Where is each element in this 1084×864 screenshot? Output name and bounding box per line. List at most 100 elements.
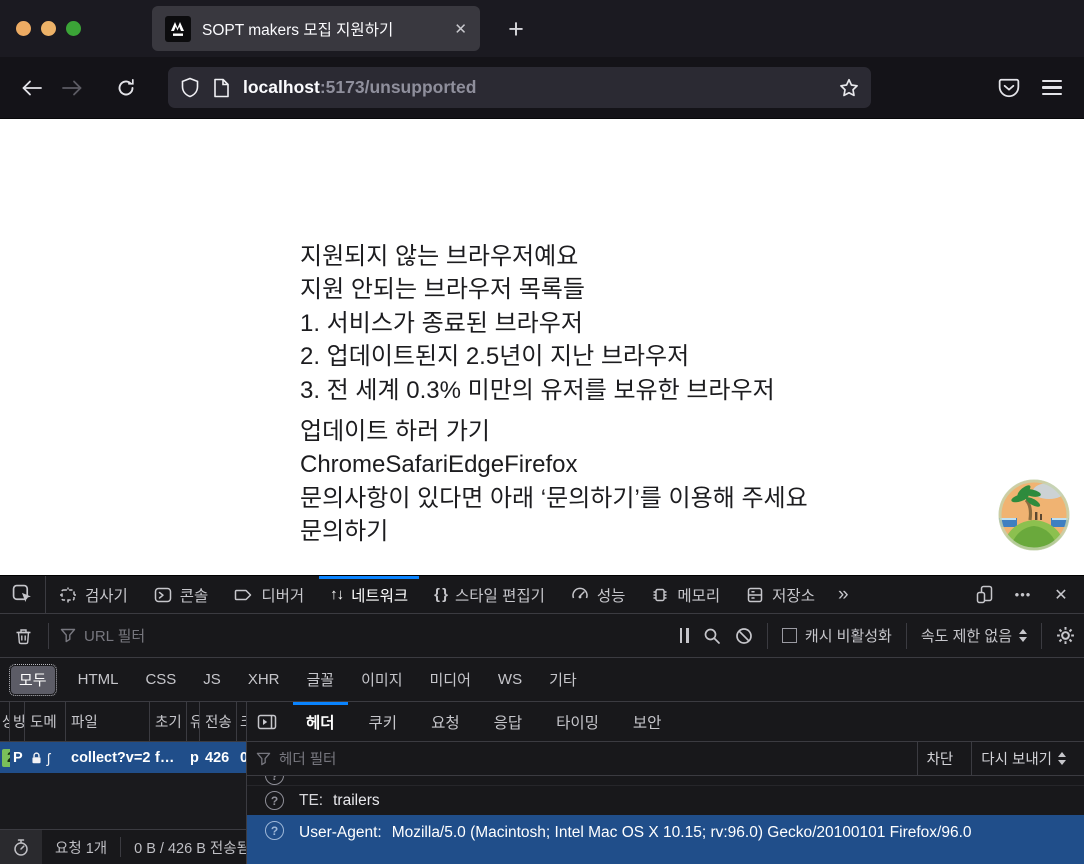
update-heading: 업데이트 하러 가기 — [300, 415, 808, 448]
request-table-header: 상 방 도메 파일 초기 유 전송 크 — [0, 702, 246, 742]
contact-link[interactable]: 문의하기 — [300, 515, 808, 548]
tab-close-icon[interactable]: ✕ — [454, 20, 467, 38]
disable-cache-checkbox[interactable]: 캐시 비활성화 — [782, 625, 892, 646]
minimize-window-button[interactable] — [41, 21, 56, 36]
page-content: 지원되지 않는 브라우저예요 지원 안되는 브라우저 목록들 1. 서비스가 종… — [0, 119, 1084, 575]
request-details-panel: 헤더 쿠키 요청 응답 타이밍 보안 헤더 필터 차단 다시 보내기 — [247, 702, 1084, 864]
question-icon[interactable]: ? — [265, 791, 284, 810]
tab-inspector[interactable]: 검사기 — [46, 576, 141, 613]
tab-style-editor[interactable]: { } 스타일 편집기 — [421, 576, 558, 613]
question-icon[interactable]: ? — [265, 776, 284, 785]
header-row-user-agent-selected[interactable]: ? User-Agent:Mozilla/5.0 (Macintosh; Int… — [247, 815, 1084, 864]
inspector-icon — [59, 586, 77, 604]
request-domain: ʃ — [25, 750, 66, 766]
headers-list: ? ? TE:trailers ? User-Agent:Mozilla/5.0… — [247, 776, 1084, 864]
funnel-icon — [256, 752, 271, 766]
request-row-selected[interactable]: 2 P ʃ collect?v=2 f… p 426 0 — [0, 742, 246, 773]
network-toolbar-controls: 캐시 비활성화 속도 제한 없음 — [680, 623, 1075, 649]
select-arrows-icon — [1058, 752, 1066, 765]
reload-button[interactable] — [106, 68, 146, 108]
devtools-toolbar: 검사기 콘솔 디버거 ↑↓ 네트워크 { } 스타일 편집기 성능 메모리 저장… — [0, 576, 1084, 614]
braces-icon: { } — [434, 586, 447, 603]
devtools-close-button[interactable]: ✕ — [1044, 580, 1078, 610]
tab-network[interactable]: ↑↓ 네트워크 — [317, 576, 421, 613]
url-bar[interactable]: localhost:5173/unsupported — [168, 67, 871, 108]
block-request-button[interactable]: 차단 — [917, 742, 963, 775]
url-text: localhost:5173/unsupported — [243, 77, 476, 98]
filter-media[interactable]: 미디어 — [430, 669, 471, 690]
filter-images[interactable]: 이미지 — [361, 669, 402, 690]
throttling-select[interactable]: 속도 제한 없음 — [921, 625, 1027, 646]
tab-performance[interactable]: 성능 — [558, 576, 639, 613]
navigation-toolbar: localhost:5173/unsupported — [0, 57, 1084, 119]
page-info-icon[interactable] — [213, 78, 230, 98]
column-status[interactable]: 상 — [0, 702, 10, 741]
tab-debugger[interactable]: 디버거 — [221, 576, 317, 613]
header-value: Mozilla/5.0 (Macintosh; Intel Mac OS X 1… — [392, 824, 972, 841]
filter-css[interactable]: CSS — [145, 671, 176, 688]
filter-ws[interactable]: WS — [498, 671, 522, 688]
filter-xhr[interactable]: XHR — [248, 671, 280, 688]
contact-note: 문의사항이 있다면 아래 ‘문의하기’를 이용해 주세요 — [300, 482, 808, 515]
browser-links[interactable]: ChromeSafariEdgeFirefox — [300, 448, 808, 481]
column-file[interactable]: 파일 — [66, 702, 150, 741]
block-icon[interactable] — [735, 627, 753, 645]
detail-tab-response[interactable]: 응답 — [477, 702, 540, 741]
responsive-design-mode-button[interactable] — [968, 580, 1002, 610]
divider — [1041, 623, 1042, 649]
list-heading: 지원 안되는 브라우저 목록들 — [300, 273, 775, 306]
network-statusbar: 요청 1개 0 B / 426 B 전송됨 — [0, 829, 246, 864]
search-icon[interactable] — [703, 627, 721, 645]
tab-memory[interactable]: 메모리 — [638, 576, 733, 613]
back-button[interactable] — [12, 68, 52, 108]
detail-tab-request[interactable]: 요청 — [414, 702, 477, 741]
network-settings-gear-icon[interactable] — [1056, 626, 1075, 645]
forward-button[interactable] — [52, 68, 92, 108]
performance-analysis-button[interactable] — [0, 830, 42, 864]
pick-element-button[interactable] — [0, 576, 46, 613]
column-transferred[interactable]: 전송 — [200, 702, 237, 741]
zoom-window-button[interactable] — [66, 21, 81, 36]
shield-icon[interactable] — [180, 77, 200, 99]
filter-html[interactable]: HTML — [78, 671, 119, 688]
resend-button[interactable]: 다시 보내기 — [971, 742, 1075, 775]
header-row-te[interactable]: ? TE:trailers — [247, 786, 1084, 815]
tab-storage[interactable]: 저장소 — [733, 576, 828, 613]
menu-icon[interactable] — [1042, 80, 1062, 95]
sopt-makers-favicon-icon — [165, 16, 191, 42]
detail-tab-timings[interactable]: 타이밍 — [539, 702, 616, 741]
header-row-clipped[interactable]: ? — [247, 776, 1084, 786]
update-links-block: 업데이트 하러 가기 ChromeSafariEdgeFirefox 문의사항이… — [300, 415, 808, 549]
column-domain[interactable]: 도메 — [25, 702, 66, 741]
column-type[interactable]: 유 — [187, 702, 200, 741]
headers-filter-input[interactable]: 헤더 필터 — [256, 748, 908, 769]
detail-tab-cookies[interactable]: 쿠키 — [352, 702, 415, 741]
tab-title: SOPT makers 모집 지원하기 — [202, 18, 393, 40]
bookmark-star-icon[interactable] — [839, 78, 859, 98]
question-icon[interactable]: ? — [265, 821, 284, 840]
pause-icon[interactable] — [680, 628, 689, 643]
clear-requests-button[interactable] — [9, 621, 37, 651]
column-method[interactable]: 방 — [10, 702, 25, 741]
request-count: 요청 1개 — [55, 837, 107, 858]
pocket-icon[interactable] — [998, 78, 1020, 98]
filter-js[interactable]: JS — [203, 671, 221, 688]
column-size[interactable]: 크 — [237, 702, 246, 741]
details-pane-icon[interactable] — [247, 702, 289, 741]
divider — [48, 623, 49, 649]
detail-tab-security[interactable]: 보안 — [616, 702, 679, 741]
detail-tab-headers[interactable]: 헤더 — [289, 702, 352, 741]
tab-console[interactable]: 콘솔 — [141, 576, 222, 613]
filter-other[interactable]: 기타 — [549, 669, 577, 690]
console-icon — [154, 586, 172, 604]
checkbox-icon[interactable] — [782, 628, 797, 643]
browser-tab[interactable]: SOPT makers 모집 지원하기 ✕ — [152, 6, 480, 51]
url-filter-input[interactable]: URL 필터 — [60, 625, 669, 646]
filter-fonts[interactable]: 글꼴 — [306, 669, 334, 690]
devtools-menu-button[interactable]: ••• — [1006, 580, 1040, 610]
column-initiator[interactable]: 초기 — [150, 702, 187, 741]
close-window-button[interactable] — [16, 21, 31, 36]
filter-all[interactable]: 모두 — [11, 666, 55, 694]
new-tab-button[interactable]: + — [497, 10, 535, 48]
more-tabs-button[interactable]: » — [828, 576, 859, 613]
